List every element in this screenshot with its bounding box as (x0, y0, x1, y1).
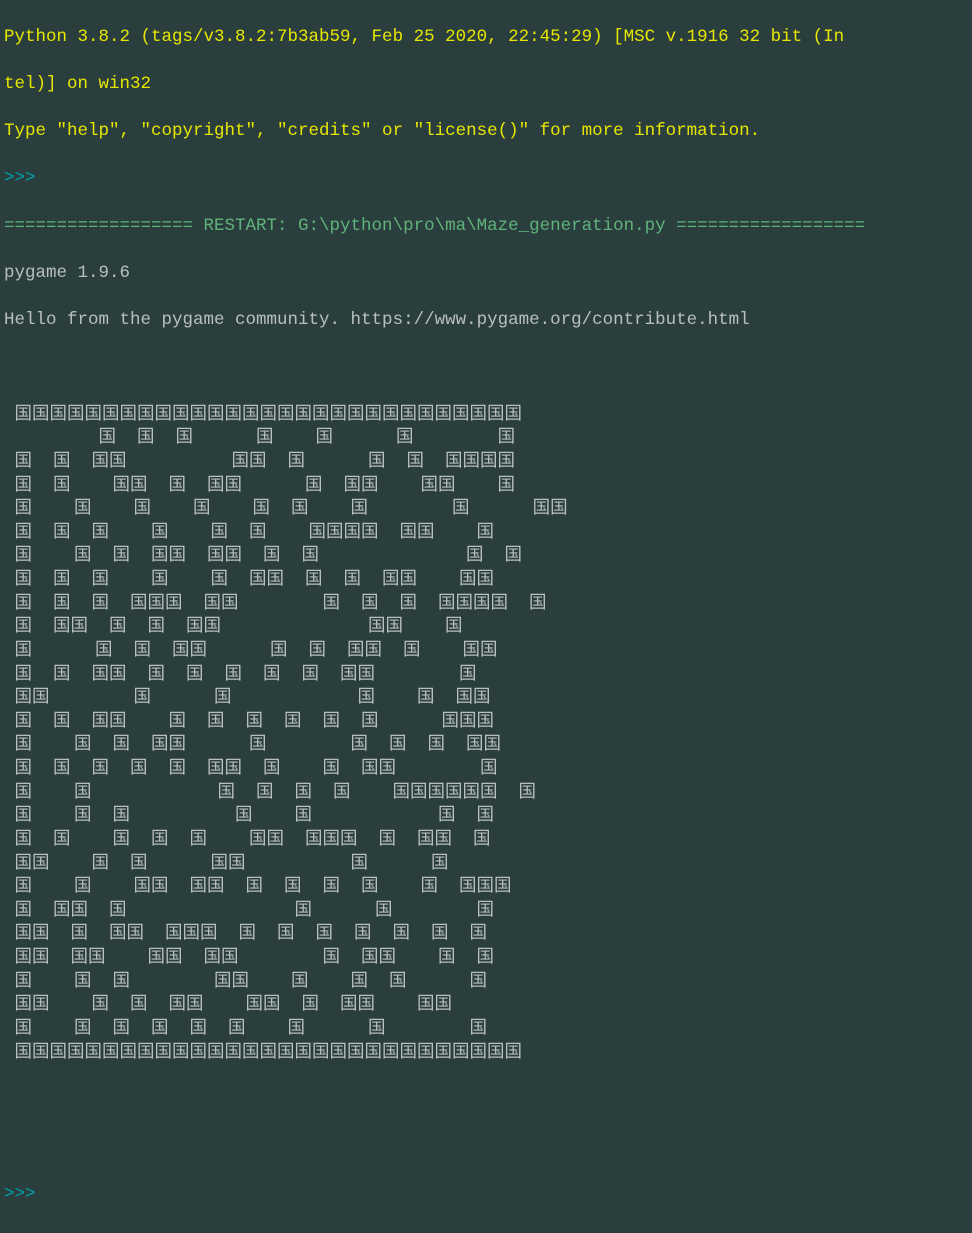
maze-row: 国 国 国 国 国 国 国国国国国国 国 (4, 782, 968, 806)
maze-row: 国国国国国国国国国国国国国国国国国国国国国国国国国国国国国 (4, 404, 968, 428)
maze-row: 国国国国国国国国国国国国国国国国国国国国国国国国国国国国国 (4, 1042, 968, 1066)
maze-row: 国 国 国 国 国 国 国 (4, 805, 968, 829)
maze-row: 国 国 国 国 国 国 国国国国 国国 国 (4, 522, 968, 546)
maze-row: 国 国国 国 国 国国 国国 国 (4, 616, 968, 640)
prompt-marker-2[interactable]: >>> (4, 1183, 968, 1207)
maze-row: 国 国 国 国国 国 国 国 国 国国 (4, 734, 968, 758)
maze-row: 国 国 国 国 国 国国 国国国 国 国国 国 (4, 829, 968, 853)
maze-row: 国 国 国 国国国 国国 国 国 国 国国国国 国 (4, 593, 968, 617)
prompt-marker-1[interactable]: >>> (4, 167, 968, 191)
restart-line: ================== RESTART: G:\python\pr… (4, 215, 968, 239)
maze-row: 国国 国 国国 国国国 国 国 国 国 国 国 国 (4, 923, 968, 947)
blank-line (4, 1136, 968, 1160)
maze-row: 国 国 国 国 国 国国 国 国 国国 国国 (4, 569, 968, 593)
maze-row: 国国 国国 国国 国国 国 国国 国 国 (4, 947, 968, 971)
terminal-output: Python 3.8.2 (tags/v3.8.2:7b3ab59, Feb 2… (0, 0, 972, 1233)
maze-row: 国 国 国国 国 国 国 国 国 国国 国 (4, 664, 968, 688)
maze-row: 国 国 国 国 国 国 国 国 国国 (4, 498, 968, 522)
blank-line (4, 356, 968, 380)
python-help-line: Type "help", "copyright", "credits" or "… (4, 120, 968, 144)
maze-row: 国 国 国国 国国 国 国 国 国 国 国国国 (4, 876, 968, 900)
pygame-version: pygame 1.9.6 (4, 262, 968, 286)
maze-row: 国 国 国国 国 国国 国 国国 国国 国 (4, 475, 968, 499)
maze-row: 国 国 国国 国国 国 国 国 国国国国 (4, 451, 968, 475)
python-version-line2: tel)] on win32 (4, 73, 968, 97)
maze-row: 国 国 国 国 国 国国 国 国 国国 国 (4, 758, 968, 782)
maze-row: 国 国 国 国国 国 国 国 国 (4, 971, 968, 995)
maze-row: 国国 国 国 国国 国 国 (4, 853, 968, 877)
maze-row: 国 国 国国 国 国 国 国 国 国 国国国 (4, 711, 968, 735)
maze-row: 国 国 国 国国 国 国 国国 国 国国 (4, 640, 968, 664)
maze-row: 国 国国 国 国 国 国 (4, 900, 968, 924)
maze-row: 国 国 国 国国 国国 国 国 国 国 (4, 545, 968, 569)
maze-row: 国 国 国 国 国 国 国 国 国 (4, 1018, 968, 1042)
blank-line (4, 1089, 968, 1113)
python-version-line1: Python 3.8.2 (tags/v3.8.2:7b3ab59, Feb 2… (4, 26, 968, 50)
maze-output: 国国国国国国国国国国国国国国国国国国国国国国国国国国国国国 国 国 国 国 国 … (4, 404, 968, 1066)
pygame-hello: Hello from the pygame community. https:/… (4, 309, 968, 333)
maze-row: 国国 国 国 国国 国国 国 国国 国国 (4, 994, 968, 1018)
maze-row: 国 国 国 国 国 国 国 (4, 427, 968, 451)
maze-row: 国国 国 国 国 国 国国 (4, 687, 968, 711)
